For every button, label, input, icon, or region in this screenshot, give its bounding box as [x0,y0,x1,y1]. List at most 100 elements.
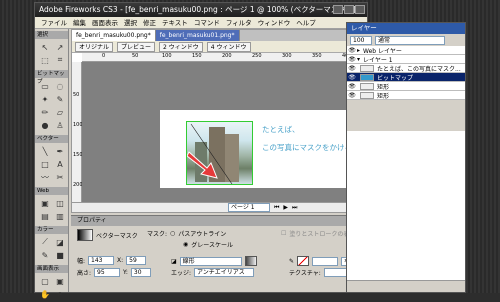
view-preview-button[interactable]: プレビュー [117,41,156,52]
y-field[interactable]: 30 [130,268,151,277]
magic-wand-icon[interactable]: ✦ [38,93,52,105]
menu-filters[interactable]: フィルタ [226,17,252,28]
tools-section-vector: ベクター [35,135,68,143]
photo-graphic [187,123,239,184]
doc-tab-masuku01[interactable]: fe_benri_masuku01.png* [155,30,240,41]
tools-section-color: カラー [35,226,68,234]
full-screen-icon[interactable]: ▣ [53,275,67,287]
eye-icon[interactable]: 👁 [347,74,357,81]
view-4up-button[interactable]: 4 ウィンドウ [206,41,251,52]
eye-icon[interactable]: 👁 [347,83,357,90]
pen-tool-icon[interactable]: ✒ [53,145,67,157]
artboard[interactable]: たとえば、 この写真にマスクをかける。 [160,110,368,188]
eye-icon[interactable]: 👁 [347,56,357,63]
menu-text[interactable]: テキスト [162,17,188,28]
freeform-tool-icon[interactable]: 〰 [38,171,52,183]
paint-bucket-icon[interactable]: ◪ [53,236,67,248]
show-slices-icon[interactable]: ▥ [53,210,67,222]
hide-slices-icon[interactable]: ▤ [38,210,52,222]
eraser-tool-icon[interactable]: ▱ [53,106,67,118]
subselect-tool-icon[interactable]: ↗ [53,41,67,53]
layers-footer [347,280,465,292]
radio-grayscale-icon[interactable]: ◉ [183,241,188,248]
zoom-tool-icon[interactable]: ⌕ [53,288,67,300]
eye-icon[interactable]: 👁 [347,92,357,99]
menu-view[interactable]: 画面表示 [92,17,118,28]
mask-label: マスク: [147,231,168,238]
radio-path-outline-icon[interactable]: ○ [170,230,175,237]
layer-name: ビットマップ [377,74,414,82]
properties-panel: プロパティ ベクターマスク マスク: ○ パスアウトライン ◉ グレースケール … [71,215,380,292]
fill-type-select[interactable]: 線形 [179,256,242,266]
rectangle-tool-icon[interactable]: □ [38,158,52,170]
blend-mode-select[interactable]: 通常 [375,35,445,45]
pencil-tool-icon[interactable]: ✏ [38,106,52,118]
edge-select[interactable]: アンチエイリアス [194,268,255,277]
menu-edit[interactable]: 編集 [73,17,86,28]
height-field[interactable]: 95 [94,268,121,277]
ruler-tick: 0 [102,53,106,59]
fill-swatch-icon[interactable] [244,256,257,266]
artboard-text-line2[interactable]: この写真にマスクをかける。 [262,142,360,153]
radio-path-outline-label[interactable]: パスアウトライン [178,229,226,238]
stamp-tool-icon[interactable]: ♙ [53,119,67,131]
close-button[interactable] [355,5,365,14]
layers-title: レイヤー [347,23,465,34]
masked-photo[interactable] [186,121,253,185]
canvas-area[interactable]: たとえば、 この写真にマスクをかける。 [82,62,368,202]
last-frame-icon[interactable]: ⏭ [292,204,297,212]
first-frame-icon[interactable]: ⏮ [274,204,279,212]
standard-screen-icon[interactable]: ▢ [38,275,52,287]
brush-tool-icon[interactable]: ✎ [53,93,67,105]
pointer-tool-icon[interactable]: ↖ [38,41,52,53]
text-tool-icon[interactable]: A [53,158,67,170]
hand-tool-icon[interactable]: ✋ [38,288,52,300]
menu-help[interactable]: ヘルプ [296,17,316,28]
tools-panel: 選択 ↖ ↗ ⬚ ⌗ ビットマップ ▭ ◌ ✦ ✎ ✏ ▱ ● ♙ ベクター ╲… [35,29,69,299]
scale-tool-icon[interactable]: ⬚ [38,54,52,66]
edge-row: エッジ: アンチエイリアス [171,268,255,277]
opacity-field[interactable]: 100 [350,35,372,45]
menu-bar: ファイル 編集 画面表示 選択 修正 テキスト コマンド フィルタ ウィンドウ … [35,17,367,29]
title-bar: Adobe Fireworks CS3 - [fe_benri_masuku00… [35,3,367,17]
play-icon[interactable]: ▶ [283,204,288,211]
menu-file[interactable]: ファイル [41,17,67,28]
maximize-button[interactable] [344,5,354,14]
lasso-tool-icon[interactable]: ◌ [53,80,67,92]
menu-modify[interactable]: 修正 [143,17,156,28]
layer-row-bitmap[interactable]: 👁 ビットマップ [347,73,465,82]
mask-type-row: ベクターマスク [77,229,138,241]
stroke-none-swatch-icon[interactable] [297,256,310,266]
crop-tool-icon[interactable]: ⌗ [53,54,67,66]
eyedropper-tool-icon[interactable]: ⟋ [38,236,52,248]
marquee-tool-icon[interactable]: ▭ [38,80,52,92]
view-2up-button[interactable]: 2 ウィンドウ [159,41,203,52]
stroke-size-field[interactable] [312,256,339,266]
line-tool-icon[interactable]: ╲ [38,145,52,157]
width-field[interactable]: 143 [88,256,115,265]
layer-name: たとえば、この写真にマスク... [377,65,461,73]
show-stroke-checkbox[interactable]: ☐ [281,230,286,237]
layer-row-rect1[interactable]: 👁 矩形 [347,82,465,91]
page-select[interactable]: ページ 1 [228,203,270,212]
menu-window[interactable]: ウィンドウ [258,17,291,28]
ruler-tick: 50 [73,92,80,98]
minimize-button[interactable] [333,5,343,14]
x-field[interactable]: 59 [126,256,147,265]
menu-select[interactable]: 選択 [124,17,137,28]
eye-icon[interactable]: 👁 [347,65,357,72]
fill-color-icon[interactable]: ■ [53,249,67,261]
stroke-color-icon[interactable]: ✎ [38,249,52,261]
doc-tab-masuku00[interactable]: fe_benri_masuku00.png* [72,30,156,41]
blur-tool-icon[interactable]: ● [38,119,52,131]
slice-tool-icon[interactable]: ◫ [53,197,67,209]
view-original-button[interactable]: オリジナル [75,41,114,52]
layer-row-rect2[interactable]: 👁 矩形 [347,91,465,100]
height-label: 高さ: [77,270,92,277]
radio-grayscale-label[interactable]: グレースケール [191,240,233,249]
knife-tool-icon[interactable]: ✂ [53,171,67,183]
eye-icon[interactable]: 👁 [347,47,357,54]
menu-commands[interactable]: コマンド [194,17,220,28]
artboard-text-line1[interactable]: たとえば、 [262,124,300,135]
hotspot-tool-icon[interactable]: ▣ [38,197,52,209]
